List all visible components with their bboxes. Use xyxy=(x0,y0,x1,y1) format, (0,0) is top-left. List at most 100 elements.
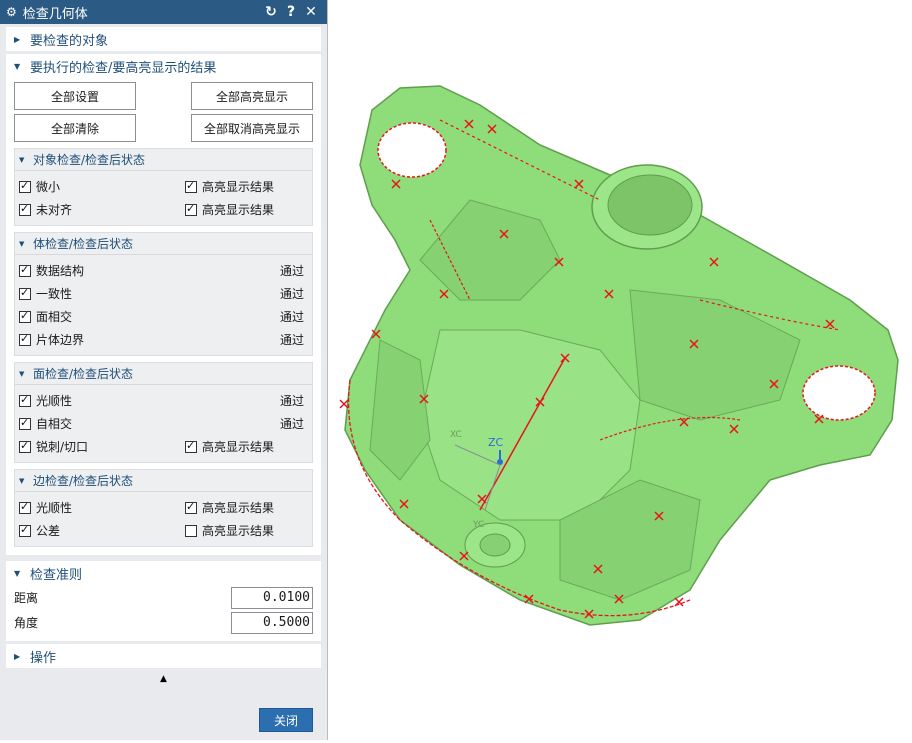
status-text: 通过 xyxy=(279,417,304,431)
tiny-checkbox[interactable] xyxy=(19,179,31,193)
collapse-triangle-icon: ▼ xyxy=(14,568,21,578)
face-check-group: ▼ 面检查/检查后状态 光顺性 通过 自相交 通过 锐刺/切口 高亮显示结果 xyxy=(14,362,313,463)
body-check-header[interactable]: ▼ 体检查/检查后状态 xyxy=(15,233,312,255)
highlight-checkbox[interactable] xyxy=(185,439,197,453)
highlight-all-button[interactable]: 全部高亮显示 xyxy=(191,82,313,110)
collapse-triangle-icon: ▼ xyxy=(19,369,25,378)
section-operations-header[interactable]: ▶ 操作 xyxy=(6,644,321,668)
set-all-button[interactable]: 全部设置 xyxy=(14,82,136,110)
section-checks-header[interactable]: ▼ 要执行的检查/要高亮显示的结果 xyxy=(6,54,321,78)
section-criteria-label: 检查准则 xyxy=(30,567,83,583)
check-label: 面相交 xyxy=(36,310,73,324)
section-operations: ▶ 操作 xyxy=(6,644,321,668)
self-intersect-checkbox[interactable] xyxy=(19,416,31,430)
object-check-group: ▼ 对象检查/检查后状态 微小 高亮显示结果 未对齐 高亮显示结果 xyxy=(14,148,313,226)
close-icon[interactable]: ✕ xyxy=(301,4,321,20)
axis-xc-label: XC xyxy=(450,430,462,440)
check-row-tiny: 微小 高亮显示结果 xyxy=(15,175,312,198)
consistency-checkbox[interactable] xyxy=(19,286,31,300)
section-objects-label: 要检查的对象 xyxy=(30,33,109,49)
angle-input[interactable]: 0.5000 xyxy=(231,611,313,634)
part-model: ZC XC YC xyxy=(339,85,899,626)
status-text: 通过 xyxy=(279,310,304,324)
check-row-misaligned: 未对齐 高亮显示结果 xyxy=(15,198,312,221)
section-criteria-header[interactable]: ▼ 检查准则 xyxy=(6,561,321,585)
check-row-sheet-boundary: 片体边界 通过 xyxy=(15,328,312,351)
section-objects: ▶ 要检查的对象 xyxy=(6,27,321,51)
section-checks-label: 要执行的检查/要高亮显示的结果 xyxy=(30,60,217,76)
section-criteria: ▼ 检查准则 距离 0.0100 角度 0.5000 xyxy=(6,561,321,641)
check-label: 片体边界 xyxy=(36,333,85,347)
expand-triangle-icon: ▶ xyxy=(14,34,21,44)
check-row-data-structure: 数据结构 通过 xyxy=(15,259,312,282)
highlight-checkbox[interactable] xyxy=(185,202,197,216)
face-check-header[interactable]: ▼ 面检查/检查后状态 xyxy=(15,363,312,385)
status-text: 通过 xyxy=(279,333,304,347)
section-objects-header[interactable]: ▶ 要检查的对象 xyxy=(6,27,321,51)
check-geometry-dialog: ⚙ 检查几何体 ↻ ? ✕ ▶ 要检查的对象 ▼ 要执行的检查/要高亮显示的结果… xyxy=(0,0,328,740)
tolerance-checkbox[interactable] xyxy=(19,523,31,537)
help-icon[interactable]: ? xyxy=(281,4,301,20)
object-check-header[interactable]: ▼ 对象检查/检查后状态 xyxy=(15,149,312,171)
collapse-triangle-icon: ▼ xyxy=(19,155,25,164)
check-label: 未对齐 xyxy=(36,203,73,217)
face-intersect-checkbox[interactable] xyxy=(19,309,31,323)
highlight-checkbox[interactable] xyxy=(185,524,197,537)
check-row-tolerance: 公差 高亮显示结果 xyxy=(15,519,312,542)
section-checks: ▼ 要执行的检查/要高亮显示的结果 全部设置 全部高亮显示 全部清除 全部取消高… xyxy=(6,54,321,555)
edge-smoothness-checkbox[interactable] xyxy=(19,500,31,514)
check-label: 数据结构 xyxy=(36,264,85,278)
check-row-spikes: 锐刺/切口 高亮显示结果 xyxy=(15,435,312,458)
unhighlight-all-button[interactable]: 全部取消高亮显示 xyxy=(191,114,313,142)
check-label: 光顺性 xyxy=(36,394,73,408)
body-check-group: ▼ 体检查/检查后状态 数据结构 通过 一致性 通过 面相交 通过 片体边界 通… xyxy=(14,232,313,356)
angle-label: 角度 xyxy=(14,616,39,630)
graphics-viewport[interactable]: ZC XC YC xyxy=(329,0,912,740)
collapse-triangle-icon: ▼ xyxy=(14,61,21,71)
collapse-triangle-icon: ▼ xyxy=(19,476,25,485)
edge-check-header[interactable]: ▼ 边检查/检查后状态 xyxy=(15,470,312,492)
collapse-more-icon[interactable]: ▲ xyxy=(0,674,327,688)
part-hole-right xyxy=(802,365,876,421)
collapse-triangle-icon: ▼ xyxy=(19,239,25,248)
gear-icon[interactable]: ⚙ xyxy=(6,5,17,19)
edge-check-group: ▼ 边检查/检查后状态 光顺性 高亮显示结果 公差 高亮显示结果 xyxy=(14,469,313,547)
check-row-self-intersect: 自相交 通过 xyxy=(15,412,312,435)
check-label: 光顺性 xyxy=(36,501,73,515)
body-check-label: 体检查/检查后状态 xyxy=(33,237,134,251)
check-row-face-smoothness: 光顺性 通过 xyxy=(15,389,312,412)
distance-row: 距离 0.0100 xyxy=(6,585,321,610)
part-hole-left xyxy=(377,122,447,178)
clear-all-button[interactable]: 全部清除 xyxy=(14,114,136,142)
spikes-checkbox[interactable] xyxy=(19,439,31,453)
highlight-checkbox[interactable] xyxy=(185,500,197,514)
data-structure-checkbox[interactable] xyxy=(19,263,31,277)
check-label: 一致性 xyxy=(36,287,73,301)
face-smoothness-checkbox[interactable] xyxy=(19,393,31,407)
object-check-label: 对象检查/检查后状态 xyxy=(33,153,146,167)
highlight-checkbox[interactable] xyxy=(185,179,197,193)
check-label: 公差 xyxy=(36,524,61,538)
error-marker xyxy=(339,399,349,409)
sheet-boundary-checkbox[interactable] xyxy=(19,332,31,346)
reset-icon[interactable]: ↻ xyxy=(261,4,281,20)
check-row-face-intersect: 面相交 通过 xyxy=(15,305,312,328)
section-operations-label: 操作 xyxy=(30,650,57,666)
misaligned-checkbox[interactable] xyxy=(19,202,31,216)
part-hub-inner xyxy=(479,533,511,557)
axis-zc-label: ZC xyxy=(488,436,504,449)
check-row-consistency: 一致性 通过 xyxy=(15,282,312,305)
close-button[interactable]: 关闭 xyxy=(259,708,313,732)
check-label: 自相交 xyxy=(36,417,73,431)
edge-check-label: 边检查/检查后状态 xyxy=(33,474,134,488)
highlight-label: 高亮显示结果 xyxy=(202,501,275,515)
distance-input[interactable]: 0.0100 xyxy=(231,586,313,609)
part-boss-inner xyxy=(607,174,693,236)
angle-row: 角度 0.5000 xyxy=(6,610,321,635)
distance-label: 距离 xyxy=(14,591,39,605)
check-row-edge-smoothness: 光顺性 高亮显示结果 xyxy=(15,496,312,519)
status-text: 通过 xyxy=(279,394,304,408)
dialog-titlebar: ⚙ 检查几何体 ↻ ? ✕ xyxy=(0,0,327,24)
expand-triangle-icon: ▶ xyxy=(14,651,21,661)
highlight-label: 高亮显示结果 xyxy=(202,180,275,194)
